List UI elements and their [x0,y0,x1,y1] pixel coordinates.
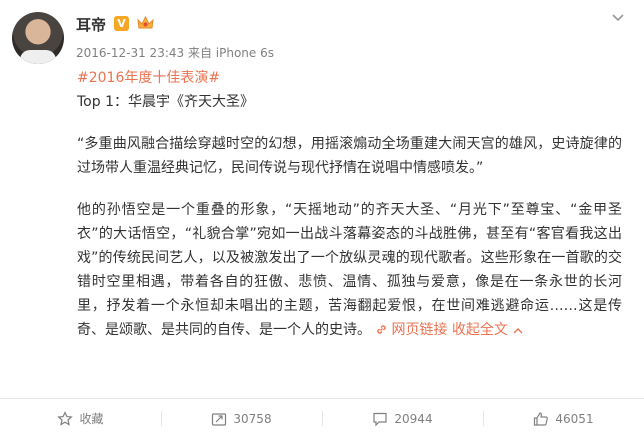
chevron-up-icon [513,328,523,334]
chevron-down-icon[interactable] [610,12,626,24]
web-link-label: 网页链接 [391,322,448,338]
avatar[interactable] [12,12,64,64]
comment-button[interactable]: 20944 [322,399,483,438]
link-icon [377,325,387,334]
like-button[interactable]: 46051 [483,399,644,438]
collapse-label: 收起全文 [451,322,508,338]
verified-badge-icon: V [114,16,129,31]
post-body: 他的孙悟空是一个重叠的形象，“天摇地动”的齐天大圣、“月光下”至尊宝、“金甲圣衣… [77,198,622,342]
post-meta: 2016-12-31 23:43 来自 iPhone 6s [76,44,274,61]
repost-icon [212,412,227,426]
favorite-label: 收藏 [79,412,104,426]
topic-link[interactable]: #2016年度十佳表演# [77,70,220,86]
favorite-button[interactable]: 收藏 [0,399,161,438]
repost-button[interactable]: 30758 [161,399,322,438]
username[interactable]: 耳帝 [76,14,106,35]
comment-icon [373,412,388,426]
timestamp[interactable]: 2016-12-31 23:43 [76,46,184,60]
like-count: 46051 [555,411,594,426]
repost-count: 30758 [233,411,272,426]
thumbs-up-icon [534,411,549,426]
web-link[interactable]: 网页链接 [375,322,447,338]
post-headline: Top 1：华晨宇《齐天大圣》 [77,94,254,110]
comment-count: 20944 [394,411,433,426]
post-body-text: 他的孙悟空是一个重叠的形象，“天摇地动”的齐天大圣、“月光下”至尊宝、“金甲圣衣… [77,202,622,338]
action-bar: 收藏 30758 20944 46051 [0,399,644,438]
collapse-button[interactable]: 收起全文 [452,322,527,338]
post-quote: “多重曲风融合描绘穿越时空的幻想，用摇滚煽动全场重建大闹天宫的雄风，史诗旋律的过… [77,136,622,176]
member-crown-icon[interactable] [136,15,155,31]
post-source: 来自 iPhone 6s [187,46,274,60]
star-icon [57,410,74,426]
post-content: #2016年度十佳表演# Top 1：华晨宇《齐天大圣》 “多重曲风融合描绘穿越… [77,66,622,342]
